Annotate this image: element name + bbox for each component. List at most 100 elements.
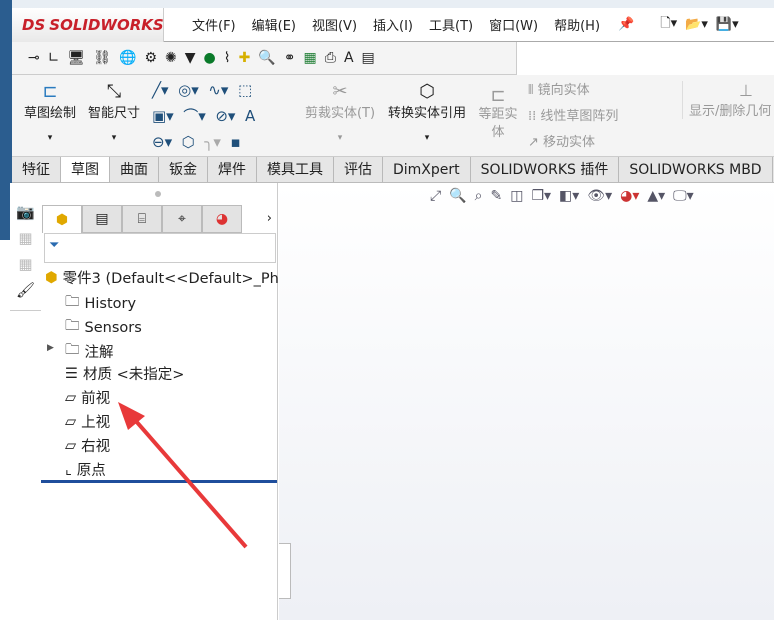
pin-marker-icon[interactable]: ● xyxy=(204,50,216,66)
fillet-icon[interactable]: ╮▾ xyxy=(204,133,221,151)
appearance-icon[interactable]: ◕▾ xyxy=(620,188,639,210)
arc-icon[interactable]: ⌒▾ xyxy=(183,107,206,125)
tree-item-material[interactable]: ☰ 材质 <未指定> xyxy=(65,363,184,384)
3d-views-icon[interactable]: 📷 xyxy=(10,199,41,225)
tree-item-annotations[interactable]: 🗀 注解 xyxy=(65,339,114,364)
angle-icon[interactable]: ∟ xyxy=(48,50,60,66)
spring-icon[interactable]: ⌇ xyxy=(224,50,231,66)
menu-window[interactable]: 窗口(W) xyxy=(481,15,546,34)
book-icon[interactable]: ▤ xyxy=(362,50,375,66)
scene-icon[interactable]: ▲▾ xyxy=(647,188,665,210)
tab-evaluate[interactable]: 评估 xyxy=(334,157,383,182)
smart-dimension-button[interactable]: ⤡ 智能尺寸 ▾ xyxy=(84,81,144,143)
monitor-icon[interactable]: 🖥 xyxy=(67,50,85,66)
tab-features[interactable]: 特征 xyxy=(12,157,61,182)
globe-icon[interactable]: 🌐 xyxy=(119,50,136,66)
pin-icon[interactable]: 📌 xyxy=(618,17,634,32)
tree-root[interactable]: ⬢ 零件3 (Default<<Default>_Ph xyxy=(45,267,279,288)
circle-icon[interactable]: ◎▾ xyxy=(178,81,199,99)
hide-show-icon[interactable]: 👁▾ xyxy=(587,188,612,210)
excel-icon[interactable]: ▦ xyxy=(304,50,317,66)
dynamic-annotation-icon[interactable]: ◫ xyxy=(510,188,523,210)
print-icon[interactable]: ⎙ xyxy=(325,50,336,66)
menu-help[interactable]: 帮助(H) xyxy=(546,15,608,34)
menu-file[interactable]: 文件(F) xyxy=(184,15,244,34)
view-orientation-icon[interactable]: ❒▾ xyxy=(531,188,551,210)
ellipse-icon[interactable]: ⊘▾ xyxy=(215,107,235,125)
cross-icon[interactable]: ✚ xyxy=(239,50,251,66)
linear-pattern-button[interactable]: ⁞⁞ 线性草图阵列 xyxy=(528,105,618,124)
zoom-to-fit-icon[interactable]: ⤢ xyxy=(430,188,441,210)
open-icon[interactable]: 📂▾ xyxy=(685,17,708,32)
tree-item-sensors[interactable]: 🗀 Sensors xyxy=(65,315,142,340)
mirror-button[interactable]: ⫴ 镜向实体 xyxy=(528,79,590,98)
tab-mold-tools[interactable]: 模具工具 xyxy=(257,157,334,182)
config-icon: ⌸ xyxy=(137,211,147,227)
view-settings-icon[interactable]: 🖵▾ xyxy=(673,188,694,210)
tree-item-history[interactable]: 🗀 History xyxy=(65,291,136,316)
menu-insert[interactable]: 插入(I) xyxy=(365,15,421,34)
tree-filter[interactable]: ⏷ xyxy=(44,233,276,263)
menu-edit[interactable]: 编辑(E) xyxy=(244,15,304,34)
text-tool-icon[interactable]: A xyxy=(245,107,255,125)
chevron-right-icon[interactable]: › xyxy=(242,205,272,233)
convert-entities-button[interactable]: ⬡ 转换实体引用 ▾ xyxy=(382,81,472,143)
tree-item-top-plane[interactable]: ▱ 上视 xyxy=(65,411,110,432)
trim-button[interactable]: ✂ 剪裁实体(T) ▾ xyxy=(302,81,378,143)
save-icon[interactable]: 💾▾ xyxy=(716,17,739,32)
section-view-icon[interactable]: ✎ xyxy=(490,188,502,210)
bucket-icon[interactable]: ▼ xyxy=(185,50,196,66)
expand-arrow-icon[interactable]: ▶ xyxy=(47,343,54,353)
point-icon[interactable]: ▪ xyxy=(230,133,240,151)
text-icon[interactable]: A xyxy=(344,50,354,66)
display-style-icon[interactable]: ◧▾ xyxy=(559,188,579,210)
tab-mbd[interactable]: SOLIDWORKS MBD xyxy=(619,157,773,182)
solidworks-logo[interactable]: DS SOLIDWORKS xyxy=(12,8,164,42)
feature-manager-tab[interactable]: ⬢ xyxy=(42,205,82,233)
search-icon[interactable]: 🔍 xyxy=(258,50,275,66)
tree-item-right-plane[interactable]: ▱ 右视 xyxy=(65,435,110,456)
tree-item-front-plane[interactable]: ▱ 前视 xyxy=(65,387,110,408)
3d-icon-disabled-2: ▦ xyxy=(18,255,33,273)
tree-item-origin[interactable]: ⌞ 原点 xyxy=(65,459,106,480)
network-icon[interactable]: ⛓ xyxy=(93,50,111,66)
configuration-manager-tab[interactable]: ⌸ xyxy=(122,205,162,233)
binoculars-icon[interactable]: ⚭ xyxy=(284,50,296,66)
property-manager-tab[interactable]: ▤ xyxy=(82,205,122,233)
tab-surfaces[interactable]: 曲面 xyxy=(110,157,159,182)
graphics-area[interactable] xyxy=(279,183,774,620)
tab-dimxpert[interactable]: DimXpert xyxy=(383,157,471,182)
previous-view-icon[interactable]: ⌕ xyxy=(475,188,483,210)
show-delete-relations-button[interactable]: ⊥ 显示/删除几何 xyxy=(682,81,774,119)
rectangle-icon[interactable]: ▣▾ xyxy=(152,107,174,125)
menu-tools[interactable]: 工具(T) xyxy=(421,15,481,34)
tab-sheet-metal[interactable]: 钣金 xyxy=(159,157,208,182)
panel-grip[interactable] xyxy=(155,191,161,197)
dimxpert-manager-tab[interactable]: ⌖ xyxy=(162,205,202,233)
spline-icon[interactable]: ∿▾ xyxy=(208,81,228,99)
tab-addins[interactable]: SOLIDWORKS 插件 xyxy=(471,157,620,182)
offset-button[interactable]: ⊏ 等距实体 xyxy=(476,85,520,142)
gear-icon[interactable]: ⚙ xyxy=(144,50,157,66)
slot-icon[interactable]: ⊖▾ xyxy=(152,133,172,151)
sketch-button[interactable]: ⊏ 草图绘制 ▾ xyxy=(18,81,82,143)
gear2-icon[interactable]: ✺ xyxy=(165,50,177,66)
part-icon: ⬢ xyxy=(45,269,58,286)
offset-icon: ⊏ xyxy=(490,85,506,106)
line-icon[interactable]: ╱▾ xyxy=(152,81,169,99)
tab-sketch[interactable]: 草图 xyxy=(61,157,110,182)
construction-icon[interactable]: ⬚ xyxy=(238,81,252,99)
panel-resize-handle[interactable] xyxy=(279,543,291,599)
tab-weldments[interactable]: 焊件 xyxy=(208,157,257,182)
move-button[interactable]: ↗ 移动实体 xyxy=(528,131,595,150)
crosshair-icon: ⌖ xyxy=(178,211,186,227)
task-pane-side: 📷 ▦ ▦ 🖌 xyxy=(10,183,42,311)
menu-view[interactable]: 视图(V) xyxy=(304,15,365,34)
appearance-icon[interactable]: 🖌 xyxy=(10,277,41,303)
display-manager-tab[interactable]: ◕ xyxy=(202,205,242,233)
bolt-icon[interactable]: ⊸ xyxy=(28,50,40,66)
new-document-icon[interactable]: 🗋▾ xyxy=(660,14,677,36)
zoom-area-icon[interactable]: 🔍 xyxy=(449,188,466,210)
polygon-icon[interactable]: ⬡ xyxy=(182,133,195,151)
rollback-bar[interactable] xyxy=(41,480,277,483)
